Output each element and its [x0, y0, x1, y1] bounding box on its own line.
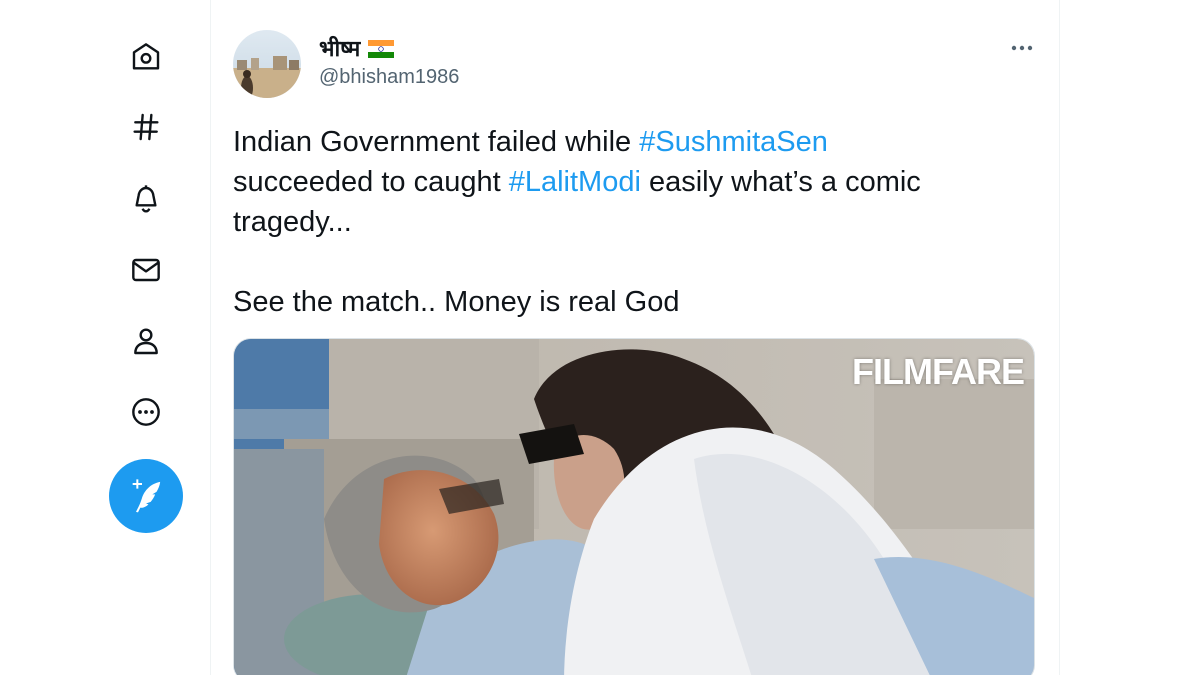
sidebar-nav — [100, 0, 192, 675]
tweet-media-image[interactable]: FILMFARE — [233, 338, 1035, 675]
author-display-name[interactable]: भीष्म — [319, 33, 395, 63]
watermark-text: FILMFARE — [852, 351, 1025, 392]
hashtag-icon — [133, 113, 159, 141]
compose-tweet-button[interactable] — [109, 459, 183, 533]
hashtag-link[interactable]: #SushmitaSen — [639, 126, 828, 158]
tweet-text-segment: See the match.. Money is real God — [233, 286, 680, 318]
more-horizontal-icon — [1011, 45, 1033, 51]
nav-more[interactable] — [126, 392, 166, 432]
more-options-button[interactable] — [1006, 34, 1038, 62]
profile-icon — [134, 328, 158, 355]
tweet-text-segment: Indian Government failed while — [233, 126, 640, 158]
avatar[interactable] — [233, 30, 301, 98]
more-circle-icon — [132, 398, 160, 426]
display-name-text: भीष्म — [319, 37, 361, 62]
home-icon — [132, 43, 160, 70]
author-handle[interactable]: @bhisham1986 — [319, 66, 459, 89]
hashtag-link[interactable]: #LalitModi — [509, 166, 641, 198]
nav-home[interactable] — [126, 37, 166, 77]
nav-notifications[interactable] — [126, 178, 166, 218]
india-flag-icon — [368, 39, 395, 58]
bell-icon — [135, 185, 157, 213]
tweet-text: Indian Government failed while #Sushmita… — [233, 122, 1043, 322]
compose-quill-icon — [132, 479, 161, 513]
nav-messages[interactable] — [126, 250, 166, 290]
nav-explore[interactable] — [126, 107, 166, 147]
nav-profile[interactable] — [126, 321, 166, 361]
tweet-text-segment: succeeded to caught — [233, 166, 509, 198]
mail-icon — [132, 258, 160, 282]
